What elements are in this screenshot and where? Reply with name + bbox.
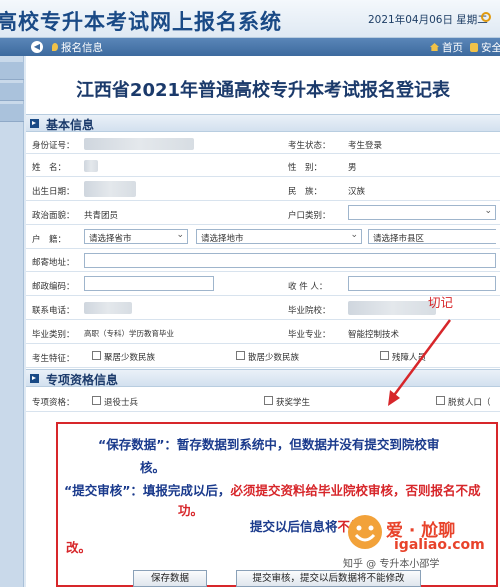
chevron-down-icon: ⌄ <box>484 206 492 216</box>
app-title: 高校专升本考试网上报名系统 <box>0 10 282 34</box>
date-display: 2021年04月06日 星期二 <box>368 12 488 27</box>
lock-icon[interactable] <box>470 43 478 52</box>
phone-value <box>84 302 132 314</box>
section-arrow-icon <box>30 374 39 383</box>
birth-label: 出生日期： <box>32 187 75 197</box>
special-checkbox[interactable] <box>92 396 101 405</box>
recipient-input[interactable] <box>348 276 496 291</box>
special-checkbox-label: 退役士兵 <box>104 398 139 408</box>
chevron-down-icon: ⌄ <box>176 230 184 240</box>
special-checkbox[interactable] <box>264 396 273 405</box>
hukou-type-label: 户口类别： <box>288 211 331 221</box>
phone-label: 联系电话： <box>32 306 75 316</box>
sidebar-tab[interactable] <box>0 104 24 122</box>
note-line: “提交审核”：填报完成以后，必须提交资料给毕业院校审核，否则报名不成 <box>64 480 480 499</box>
form-row: 出生日期： 民 族： 汉族 <box>26 177 500 201</box>
province-select-text: 请选择省市 <box>89 234 132 244</box>
birth-value <box>84 181 136 197</box>
grad-type-label: 毕业类别： <box>32 330 75 340</box>
recipient-label: 收 件 人： <box>288 282 328 292</box>
note-line: “保存数据”：暂存数据到系统中，但数据并没有提交到院校审 <box>98 437 440 452</box>
gender-label: 性 别： <box>288 163 323 173</box>
exam-status-value: 考生登录 <box>348 141 383 151</box>
ethnicity-value: 汉族 <box>348 187 366 197</box>
safe-exit-link[interactable]: 安全 <box>481 40 500 55</box>
postcode-label: 邮政编码： <box>32 282 75 292</box>
sidebar <box>0 56 24 587</box>
grad-major-label: 毕业专业： <box>288 330 331 340</box>
feature-checkbox[interactable] <box>92 351 101 360</box>
gender-value: 男 <box>348 163 357 173</box>
id-number-label: 身份证号： <box>32 141 75 151</box>
app-header: 高校专升本考试网上报名系统 2021年04月06日 星期二 <box>0 0 500 38</box>
note-text: 提交以后信息将 <box>250 519 338 534</box>
mail-address-input[interactable] <box>84 253 496 268</box>
feature-checkbox[interactable] <box>236 351 245 360</box>
exam-status-label: 考生状态： <box>288 141 331 151</box>
watermark-logo-icon <box>348 515 382 549</box>
red-arrow-icon <box>388 319 452 406</box>
feature-checkbox-label: 聚居少数民族 <box>104 353 156 363</box>
note-text: 必须提交资料给毕业院校审核，否则报名不成 <box>230 483 481 498</box>
form-row: 邮寄地址： <box>26 249 500 272</box>
back-icon[interactable]: ◀ <box>31 41 43 53</box>
chevron-down-icon: ⌄ <box>350 230 358 240</box>
zhihu-credit: 知乎 @ 专升本小邵学 <box>343 559 440 570</box>
politics-label: 政治面貌： <box>32 211 75 221</box>
grad-school-label: 毕业院校： <box>288 306 331 316</box>
form-row: 户 籍： 请选择省市 ⌄ 请选择地市 ⌄ 请选择市县区 <box>26 225 500 249</box>
city-select[interactable]: 请选择地市 ⌄ <box>196 229 362 244</box>
note-text: “提交审核”：填报完成以后， <box>64 483 231 498</box>
section-title: 专项资格信息 <box>46 373 119 387</box>
clock-icon <box>481 12 491 22</box>
section-basic-info: 基本信息 <box>26 114 500 132</box>
remember-label: 切记 <box>428 295 454 310</box>
note-line: 改。 <box>66 540 92 555</box>
county-select[interactable]: 请选择市县区 <box>368 229 496 244</box>
politics-value: 共青团员 <box>84 211 119 221</box>
submit-button[interactable]: 提交审核，提交以后数据将不能修改 <box>236 570 421 587</box>
city-select-text: 请选择地市 <box>201 234 244 244</box>
special-checkbox-label: 获奖学生 <box>276 398 311 408</box>
note-line: 核。 <box>140 460 166 475</box>
household-label: 户 籍： <box>32 235 67 245</box>
hukou-type-select[interactable]: ⌄ <box>348 205 496 220</box>
save-button[interactable]: 保存数据 <box>133 570 207 587</box>
postcode-input[interactable] <box>84 276 214 291</box>
name-label: 姓 名： <box>32 163 67 173</box>
location-icon <box>52 43 58 51</box>
feature-checkbox-label: 散居少数民族 <box>248 353 300 363</box>
home-link[interactable]: 首页 <box>442 40 463 55</box>
form-row: 姓 名： 性 别： 男 <box>26 154 500 177</box>
nav-bar: ◀ 报名信息 首页 安全 <box>0 38 500 56</box>
form-row: 身份证号： 考生状态： 考生登录 <box>26 133 500 154</box>
section-title: 基本信息 <box>46 118 95 132</box>
candidate-feature-label: 考生特征： <box>32 354 75 364</box>
breadcrumb-current: 报名信息 <box>61 42 103 54</box>
date-text: 2021年04月06日 <box>368 14 453 26</box>
sidebar-tab[interactable] <box>0 62 24 80</box>
special-qual-label: 专项资格： <box>32 398 75 408</box>
grad-type-value: 高职（专科）学历教育毕业 <box>84 329 174 338</box>
mail-address-label: 邮寄地址： <box>32 258 75 268</box>
form-row: 政治面貌： 共青团员 户口类别： ⌄ <box>26 201 500 225</box>
sidebar-tab[interactable] <box>0 83 24 101</box>
form-title: 江西省2021年普通高校专升本考试报名登记表 <box>75 80 451 101</box>
note-line: 功。 <box>178 503 204 518</box>
id-number-value <box>84 138 194 150</box>
section-arrow-icon <box>30 119 39 128</box>
county-select-text: 请选择市县区 <box>373 234 425 244</box>
home-icon[interactable] <box>430 43 439 51</box>
province-select[interactable]: 请选择省市 ⌄ <box>84 229 188 244</box>
watermark-url: igaliao.com <box>394 537 485 553</box>
name-value <box>84 160 98 172</box>
ethnicity-label: 民 族： <box>288 187 323 197</box>
